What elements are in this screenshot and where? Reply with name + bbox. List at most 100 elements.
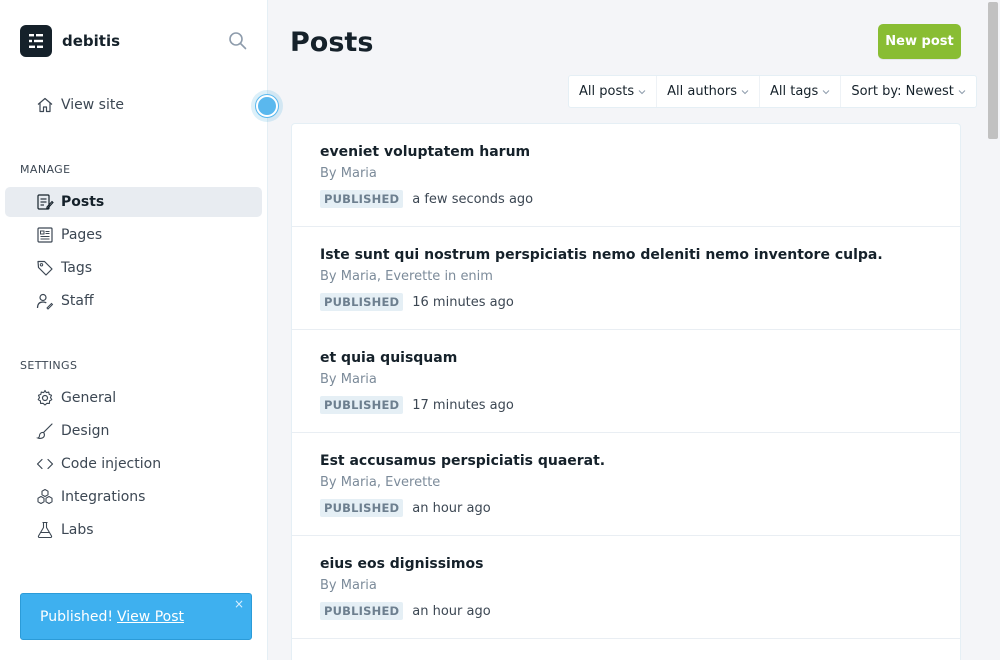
- brush-icon: [36, 423, 53, 439]
- sidebar-item-pages[interactable]: Pages: [5, 220, 262, 250]
- status-badge: PUBLISHED: [320, 190, 404, 208]
- tour-pulse-indicator[interactable]: [251, 90, 283, 122]
- view-post-link[interactable]: View Post: [117, 609, 184, 625]
- post-by-label: By: [320, 578, 337, 593]
- close-icon[interactable]: ×: [234, 597, 244, 611]
- sidebar-item-staff[interactable]: Staff: [5, 286, 262, 316]
- view-site-link[interactable]: View site: [5, 90, 262, 120]
- post-list-item[interactable]: et quia quisquam By Maria PUBLISHED 17 m…: [292, 330, 960, 433]
- scrollbar-thumb[interactable]: [988, 2, 998, 139]
- chevron-down-icon: [741, 89, 749, 94]
- post-title[interactable]: Iste sunt qui nostrum perspiciatis nemo …: [320, 247, 932, 265]
- sidebar-item-label: Staff: [61, 293, 94, 309]
- chevron-down-icon: [822, 89, 830, 94]
- chevron-down-icon: [958, 89, 966, 94]
- post-authors: Maria: [340, 372, 377, 387]
- post-status: PUBLISHED a few seconds ago: [320, 189, 932, 209]
- tag-filter-label: All tags: [769, 84, 819, 99]
- post-meta: By Maria: [320, 166, 932, 184]
- status-badge: PUBLISHED: [320, 602, 404, 620]
- home-icon: [37, 97, 53, 113]
- tag-icon: [37, 260, 53, 276]
- search-icon: [229, 32, 247, 50]
- gear-icon: [37, 389, 53, 406]
- status-badge: PUBLISHED: [320, 293, 404, 311]
- post-authors: Maria: [340, 166, 377, 181]
- post-meta: By Maria: [320, 578, 932, 596]
- settings-section-label: SETTINGS: [20, 359, 78, 372]
- post-list-item[interactable]: eius eos dignissimos By Maria PUBLISHED …: [292, 536, 960, 639]
- brand-name: debitis: [62, 32, 121, 50]
- sidebar-item-general[interactable]: General: [5, 383, 262, 413]
- pages-icon: [37, 227, 53, 243]
- post-by-label: By: [320, 475, 337, 490]
- toast-text: Published!: [40, 608, 114, 625]
- author-filter-label: All authors: [667, 84, 737, 99]
- page-title: Posts: [290, 27, 374, 58]
- post-tag: enim: [460, 269, 493, 284]
- logo-icon: [29, 34, 43, 48]
- sidebar: debitis View site MANAGE Posts Pages Tag…: [0, 0, 268, 660]
- sidebar-item-label: Posts: [61, 194, 105, 210]
- chevron-down-icon: [638, 89, 646, 94]
- integrations-icon: [37, 488, 53, 505]
- sidebar-item-tags[interactable]: Tags: [5, 253, 262, 283]
- post-title[interactable]: Est accusamus perspiciatis quaerat.: [320, 453, 932, 471]
- status-badge: PUBLISHED: [320, 499, 404, 517]
- post-authors: Maria, Everette: [340, 475, 441, 490]
- post-title[interactable]: eius eos dignissimos: [320, 556, 932, 574]
- page-scrollbar[interactable]: [985, 0, 1000, 660]
- post-by-label: By: [320, 269, 337, 284]
- post-title[interactable]: et quia quisquam: [320, 350, 932, 368]
- post-type-filter[interactable]: All posts: [569, 76, 658, 107]
- post-status: PUBLISHED 16 minutes ago: [320, 292, 932, 312]
- author-filter[interactable]: All authors: [657, 76, 760, 107]
- post-time: a few seconds ago: [412, 191, 534, 207]
- post-list-item[interactable]: Est accusamus perspiciatis quaerat. By M…: [292, 433, 960, 536]
- brand-logo: [20, 25, 52, 57]
- sidebar-item-label: Labs: [61, 522, 94, 538]
- post-authors: Maria, Everette: [340, 269, 441, 284]
- post-by-label: By: [320, 166, 337, 181]
- sidebar-item-integrations[interactable]: Integrations: [5, 482, 262, 512]
- sidebar-item-label: Code injection: [61, 456, 162, 472]
- post-status: PUBLISHED 17 minutes ago: [320, 395, 932, 415]
- posts-icon: [37, 194, 54, 210]
- sidebar-item-label: Tags: [61, 260, 92, 276]
- post-list-item[interactable]: eveniet voluptatem harum By Maria PUBLIS…: [292, 124, 960, 227]
- sidebar-item-label: General: [61, 390, 117, 406]
- post-by-label: By: [320, 372, 337, 387]
- post-filters: All posts All authors All tags Sort by: …: [568, 75, 977, 108]
- post-meta: By Maria, Everette in enim: [320, 269, 932, 287]
- sidebar-item-posts[interactable]: Posts: [5, 187, 262, 217]
- sidebar-item-label: Pages: [61, 227, 103, 243]
- post-time: an hour ago: [412, 500, 491, 516]
- post-time: 16 minutes ago: [412, 294, 514, 310]
- sidebar-item-label: Integrations: [61, 489, 146, 505]
- sort-filter-label: Sort by: Newest: [851, 84, 954, 99]
- tag-filter[interactable]: All tags: [760, 76, 842, 107]
- brand[interactable]: debitis: [20, 25, 120, 57]
- post-title[interactable]: eveniet voluptatem harum: [320, 144, 932, 162]
- sidebar-item-design[interactable]: Design: [5, 416, 262, 446]
- post-time: 17 minutes ago: [412, 397, 514, 413]
- post-time: an hour ago: [412, 603, 491, 619]
- post-list-item[interactable]: Iste sunt qui nostrum perspiciatis nemo …: [292, 227, 960, 330]
- post-authors: Maria: [340, 578, 377, 593]
- code-icon: [36, 458, 54, 470]
- status-badge: PUBLISHED: [320, 396, 404, 414]
- sort-filter[interactable]: Sort by: Newest: [841, 76, 976, 107]
- sidebar-item-code-injection[interactable]: Code injection: [5, 449, 262, 479]
- sidebar-item-labs[interactable]: Labs: [5, 515, 262, 545]
- flask-icon: [37, 521, 53, 539]
- new-post-button[interactable]: New post: [878, 24, 961, 59]
- sidebar-item-label: Design: [61, 423, 110, 439]
- post-meta: By Maria, Everette: [320, 475, 932, 493]
- post-status: PUBLISHED an hour ago: [320, 498, 932, 518]
- post-in-label: in: [444, 269, 457, 284]
- tour-pulse-dot: [256, 95, 278, 117]
- search-button[interactable]: [227, 30, 249, 52]
- staff-icon: [36, 293, 54, 310]
- post-list: eveniet voluptatem harum By Maria PUBLIS…: [291, 123, 961, 660]
- manage-section-label: MANAGE: [20, 163, 71, 176]
